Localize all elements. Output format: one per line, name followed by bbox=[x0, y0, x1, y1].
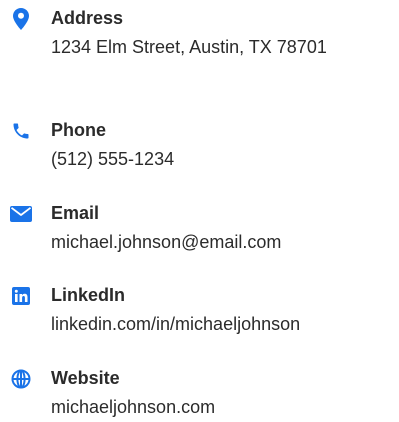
website-label: Website bbox=[51, 368, 120, 388]
globe-icon bbox=[10, 368, 32, 390]
phone-value[interactable]: (512) 555-1234 bbox=[51, 144, 371, 174]
email-value[interactable]: michael.johnson@email.com bbox=[51, 227, 371, 257]
envelope-icon bbox=[10, 203, 32, 225]
linkedin-value[interactable]: linkedin.com/in/michaeljohnson bbox=[51, 309, 371, 339]
linkedin-label: LinkedIn bbox=[51, 285, 126, 305]
phone-icon bbox=[10, 120, 32, 142]
address-label: Address bbox=[51, 8, 124, 28]
email-label: Email bbox=[51, 203, 100, 223]
map-pin-icon bbox=[10, 8, 32, 30]
phone-label: Phone bbox=[51, 120, 107, 140]
website-value[interactable]: michaeljohnson.com bbox=[51, 392, 371, 422]
contact-list: Address 1234 Elm Street, Austin, TX 7870… bbox=[0, 0, 399, 422]
linkedin-icon bbox=[10, 285, 32, 307]
address-value: 1234 Elm Street, Austin, TX 78701 bbox=[51, 37, 327, 57]
